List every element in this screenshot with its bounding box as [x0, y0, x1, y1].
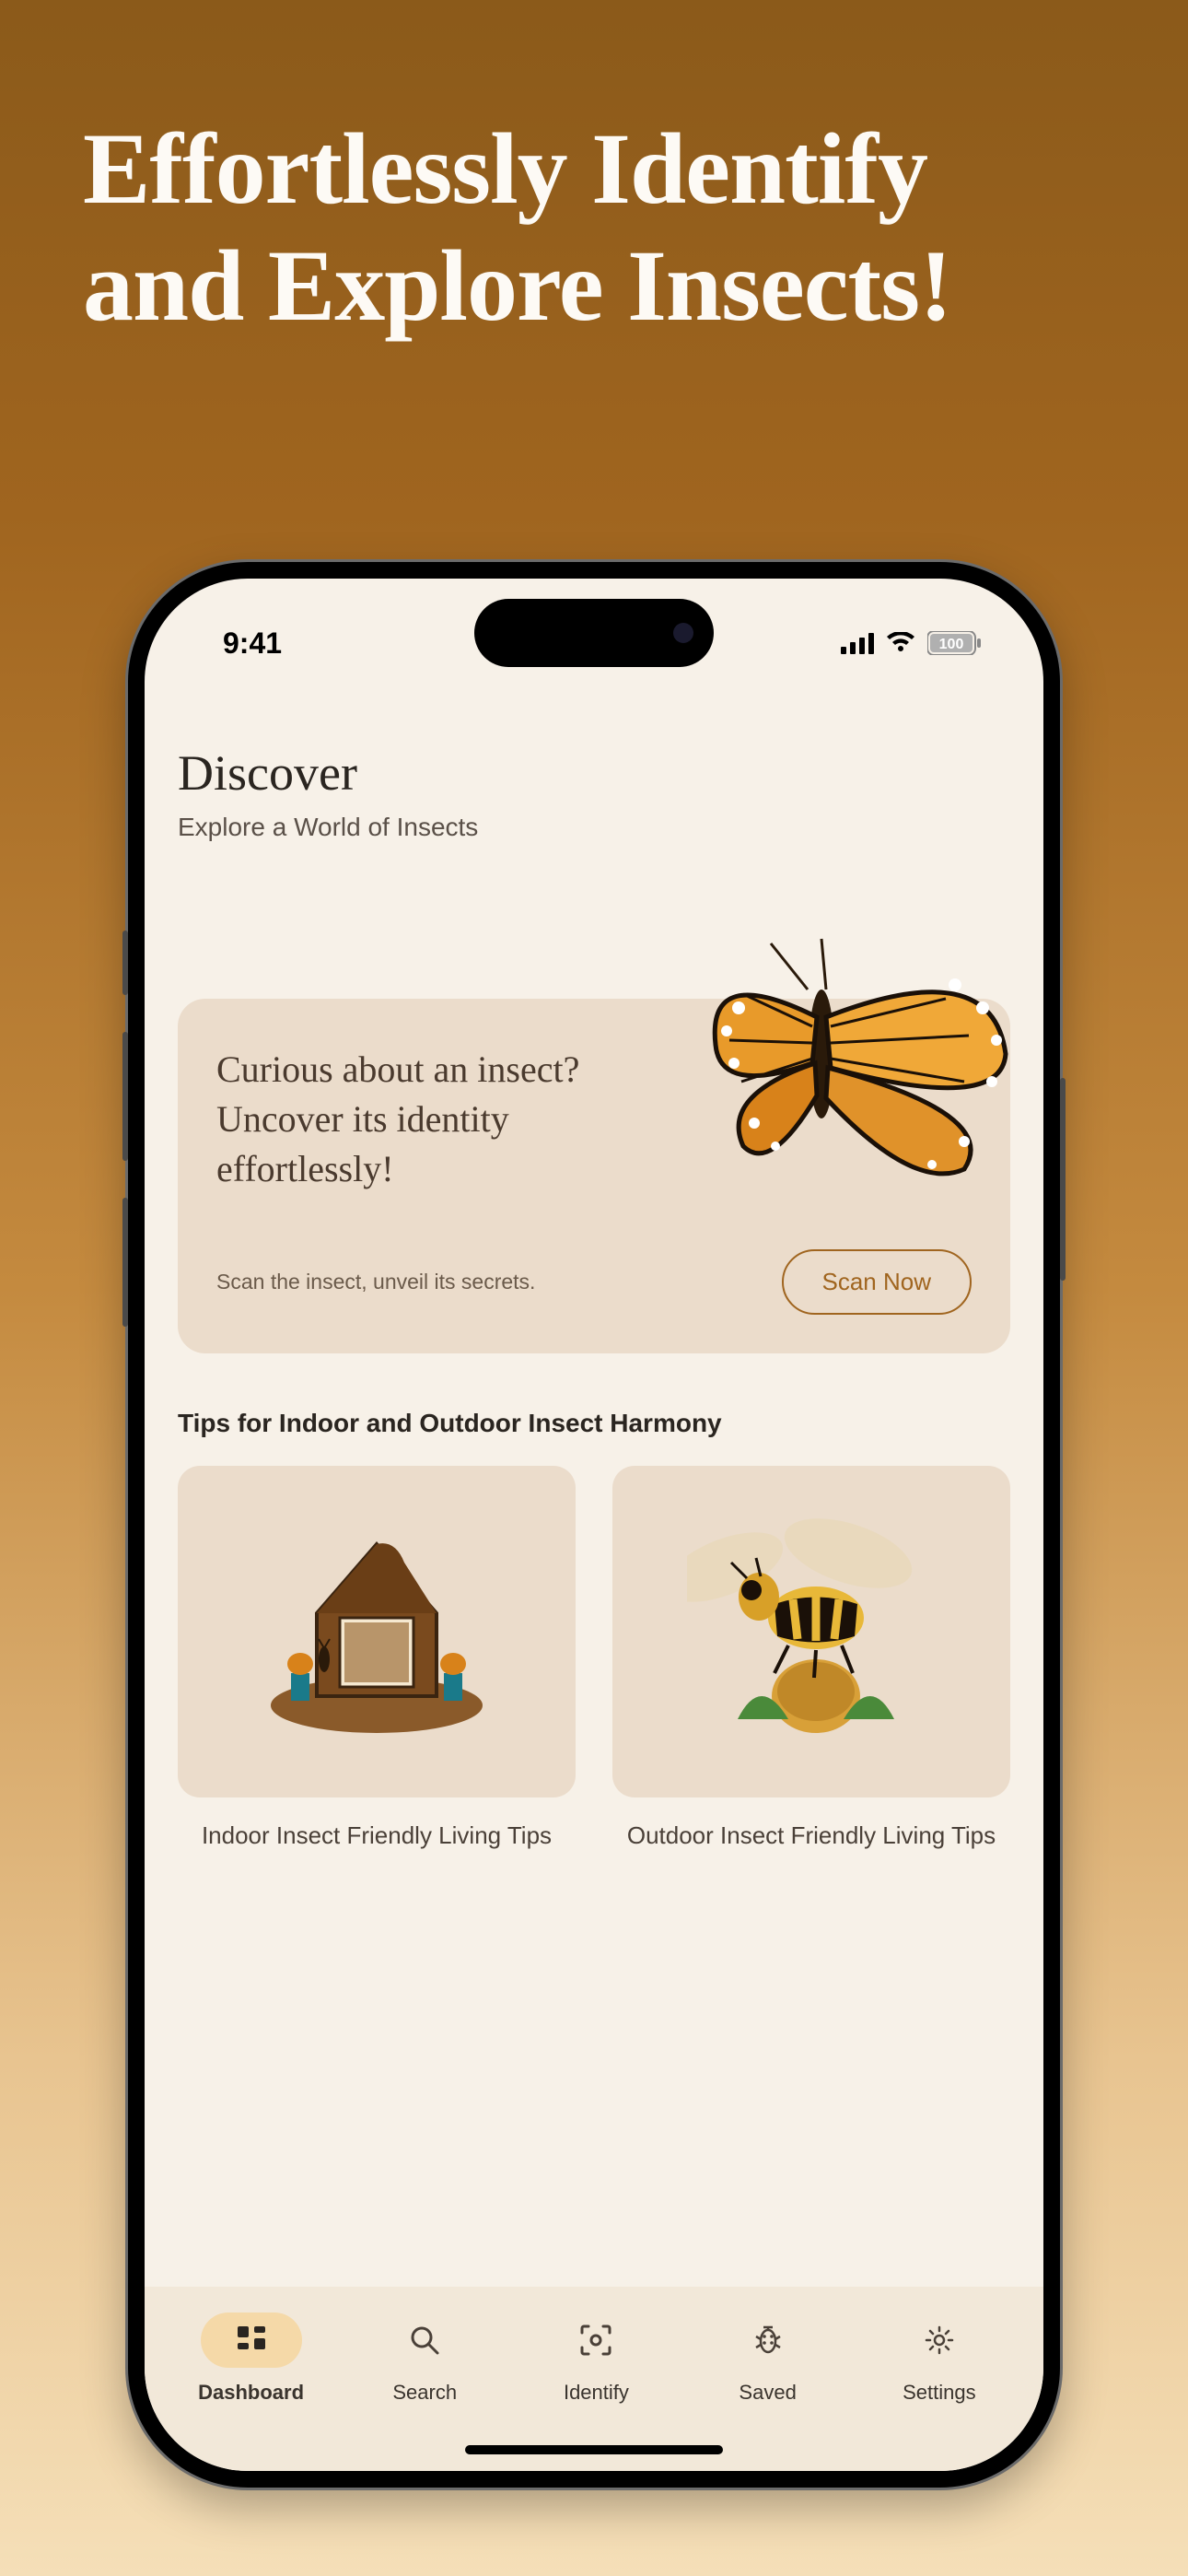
tip-label: Indoor Insect Friendly Living Tips	[178, 1820, 576, 1852]
nav-saved[interactable]: Saved	[717, 2313, 819, 2405]
hero-subtitle: Scan the insect, unveil its secrets.	[216, 1270, 535, 1294]
phone-frame: 9:41 100 Discover Explore a World of Ins…	[128, 562, 1060, 2488]
tip-image-indoor	[178, 1466, 576, 1797]
indoor-illustration	[252, 1521, 501, 1742]
home-indicator[interactable]	[465, 2445, 723, 2454]
saved-icon	[752, 2324, 784, 2356]
outdoor-illustration	[687, 1512, 936, 1751]
tips-section-title: Tips for Indoor and Outdoor Insect Harmo…	[178, 1409, 1010, 1438]
hero-card: Curious about an insect? Uncover its ide…	[178, 999, 1010, 1353]
nav-dashboard[interactable]: Dashboard	[198, 2313, 304, 2405]
battery-icon: 100	[927, 631, 981, 655]
tip-image-outdoor	[612, 1466, 1010, 1797]
phone-screen: 9:41 100 Discover Explore a World of Ins…	[145, 579, 1043, 2471]
promo-headline: Effortlessly Identify and Explore Insect…	[0, 0, 1188, 344]
nav-label: Dashboard	[198, 2381, 304, 2405]
nav-label: Identify	[564, 2381, 629, 2405]
nav-label: Search	[392, 2381, 457, 2405]
svg-text:100: 100	[939, 637, 964, 652]
dynamic-island	[474, 599, 714, 667]
scan-now-button[interactable]: Scan Now	[782, 1249, 973, 1315]
wifi-icon	[885, 632, 916, 654]
page-title: Discover	[178, 744, 1010, 802]
search-icon	[409, 2324, 440, 2356]
nav-identify[interactable]: Identify	[545, 2313, 646, 2405]
identify-icon	[579, 2324, 612, 2357]
nav-label: Saved	[739, 2381, 796, 2405]
page-subtitle: Explore a World of Insects	[178, 813, 1010, 842]
nav-search[interactable]: Search	[374, 2313, 475, 2405]
status-time: 9:41	[223, 626, 282, 661]
butterfly-illustration	[688, 934, 1029, 1192]
bottom-nav: Dashboard Search Identify Saved Settings	[145, 2287, 1043, 2471]
nav-label: Settings	[903, 2381, 976, 2405]
tip-card-outdoor[interactable]: Outdoor Insect Friendly Living Tips	[612, 1466, 1010, 1852]
settings-icon	[924, 2324, 955, 2356]
cellular-icon	[841, 632, 874, 654]
hero-title: Curious about an insect? Uncover its ide…	[216, 1045, 603, 1194]
tip-card-indoor[interactable]: Indoor Insect Friendly Living Tips	[178, 1466, 576, 1852]
tip-label: Outdoor Insect Friendly Living Tips	[612, 1820, 1010, 1852]
nav-settings[interactable]: Settings	[889, 2313, 990, 2405]
dashboard-icon	[236, 2324, 267, 2356]
